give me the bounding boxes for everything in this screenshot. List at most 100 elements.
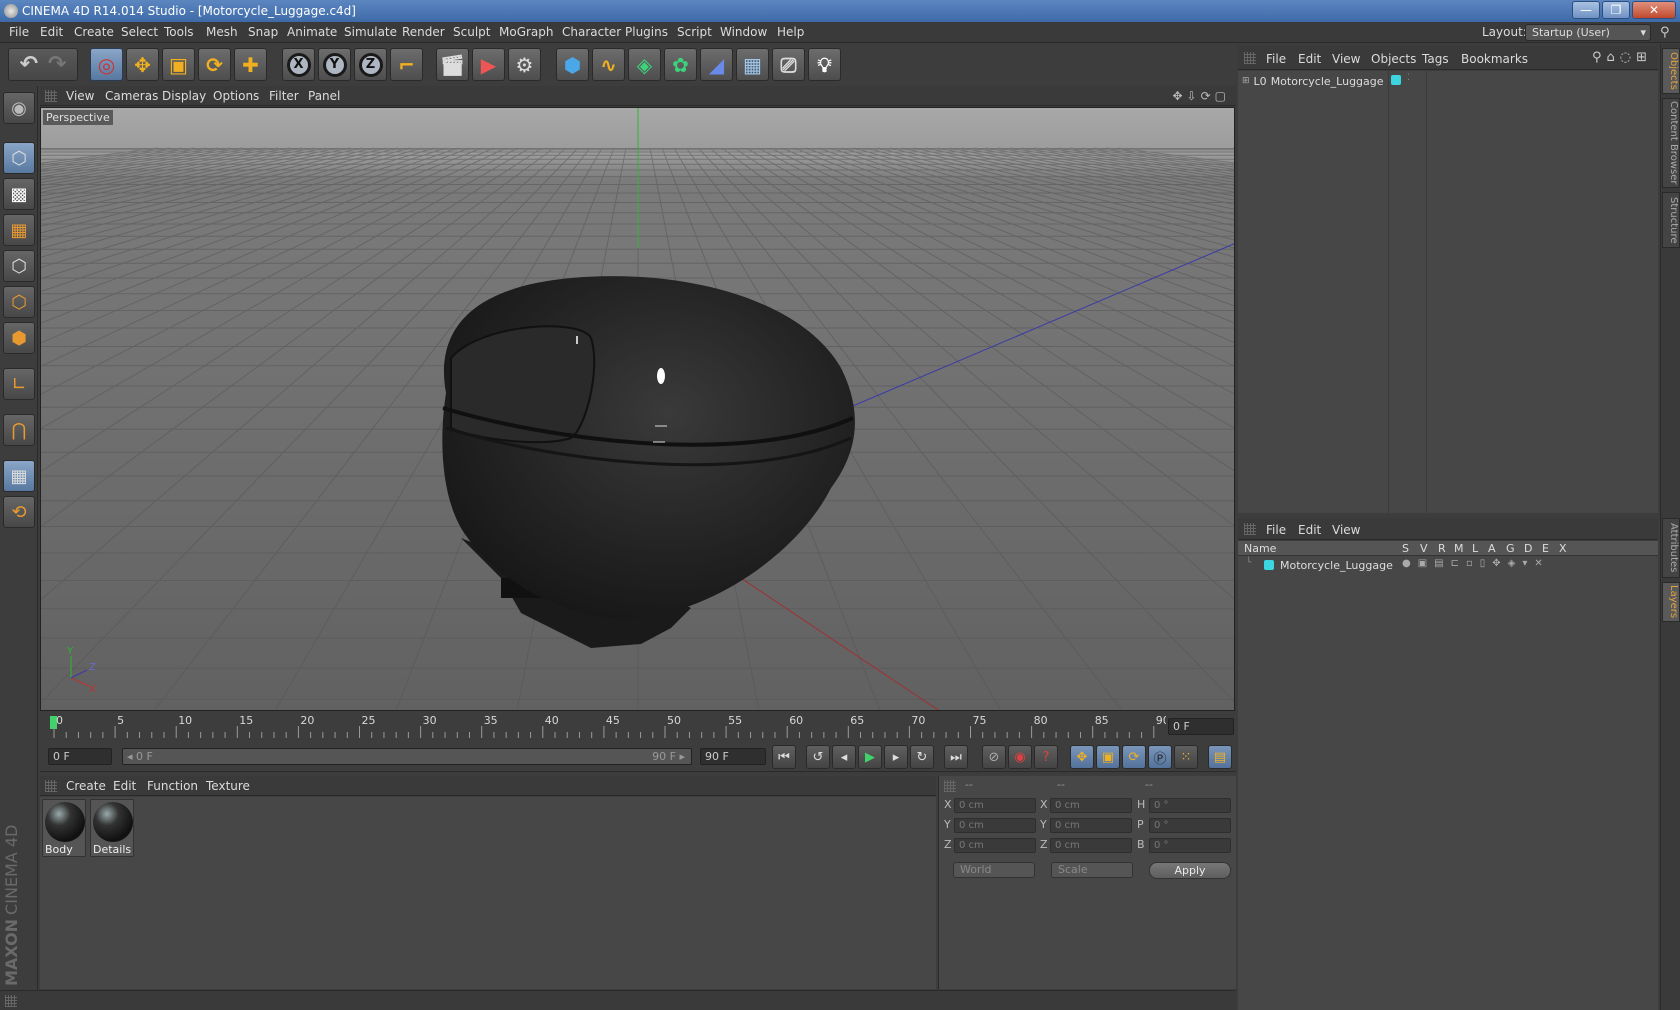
col-manager[interactable]: M [1454,542,1464,555]
search-icon[interactable]: ⚲ [1660,25,1676,41]
panel-grip-icon[interactable] [5,995,17,1007]
panel-grip-icon[interactable] [1244,523,1256,535]
panel-grip-icon[interactable] [45,780,57,792]
viewport-scene[interactable]: Y X Z [41,108,1235,711]
col-solo[interactable]: S [1402,542,1409,555]
timeline-window-button[interactable]: ▤ [1208,745,1232,769]
spline-button[interactable]: ∿ [592,48,625,81]
col-animation[interactable]: A [1488,542,1496,555]
viewport-menu-display[interactable]: Display [162,89,206,103]
col-view[interactable]: V [1420,542,1428,555]
col-deformers[interactable]: D [1524,542,1532,555]
light-button[interactable]: 💡︎ [808,48,841,81]
panel-grip-icon[interactable] [1244,52,1256,64]
camera-button[interactable]: ⎚ [772,48,805,81]
menu-sculpt[interactable]: Sculpt [453,25,490,39]
record-keys-button[interactable]: ⊘ [982,745,1006,769]
objects-menu-tags[interactable]: Tags [1422,52,1449,66]
scale-button[interactable]: ▣ [162,48,195,81]
key-pla-button[interactable]: ⁙ [1174,745,1198,769]
viewport-menu-cameras[interactable]: Cameras [105,89,158,103]
rot-p-field[interactable]: 0 ° [1149,818,1231,833]
prev-key-button[interactable]: ↺ [806,745,830,769]
move-button[interactable]: ✥ [126,48,159,81]
render-picture-viewer-button[interactable]: ▶ [472,48,505,81]
objects-menu-view[interactable]: View [1332,52,1360,66]
x-axis-lock-button[interactable]: X [282,48,315,81]
viewport-menu-options[interactable]: Options [213,89,259,103]
menu-mograph[interactable]: MoGraph [499,25,554,39]
material-menu-edit[interactable]: Edit [113,779,136,793]
key-position-button[interactable]: ✥ [1070,745,1094,769]
frame-range-slider[interactable]: ◂ 0 F 90 F ▸ [122,748,692,765]
menu-window[interactable]: Window [720,25,767,39]
coordinate-space-dropdown[interactable]: World [953,862,1035,878]
polygons-mode-button[interactable]: ⬢ [3,322,35,354]
col-generators[interactable]: G [1506,542,1515,555]
menu-snap[interactable]: Snap [248,25,278,39]
rot-h-field[interactable]: 0 ° [1149,798,1231,813]
col-xref[interactable]: X [1559,542,1567,555]
menu-tools[interactable]: Tools [164,25,194,39]
snap-grid-button[interactable]: ▦ [3,460,35,492]
object-name[interactable]: Motorcycle_Luggage [1271,75,1384,88]
menu-select[interactable]: Select [121,25,158,39]
menu-render[interactable]: Render [402,25,445,39]
rot-b-field[interactable]: 0 ° [1149,838,1231,853]
layer-name[interactable]: Motorcycle_Luggage [1280,559,1393,572]
tab-layers[interactable]: Layers [1662,582,1680,622]
perspective-viewport[interactable]: Y X Z Perspective [40,107,1235,711]
material-menu-function[interactable]: Function [147,779,198,793]
keyframe-help-button[interactable]: ? [1034,745,1058,769]
edges-mode-button[interactable]: ⬡ [3,286,35,318]
layer-color-tag[interactable] [1391,75,1401,85]
add-object-button[interactable]: ✚ [234,48,267,81]
object-manager-tools[interactable]: ⚲⌂◌⊞ [1592,50,1652,65]
menu-create[interactable]: Create [74,25,114,39]
layers-menu-file[interactable]: File [1266,523,1286,537]
viewport-menu-panel[interactable]: Panel [308,89,340,103]
tab-attributes[interactable]: Attributes [1662,518,1680,578]
deformer-button[interactable]: ◢ [700,48,733,81]
coordinate-system-button[interactable]: ⌐ [390,48,423,81]
menu-file[interactable]: File [9,25,29,39]
tab-structure[interactable]: Structure [1662,192,1680,248]
material-menu-texture[interactable]: Texture [206,779,250,793]
menu-mesh[interactable]: Mesh [206,25,238,39]
size-y-field[interactable]: 0 cm [1050,818,1132,833]
material-menu-create[interactable]: Create [66,779,106,793]
menu-simulate[interactable]: Simulate [344,25,397,39]
apply-button[interactable]: Apply [1149,862,1231,879]
col-locked[interactable]: L [1472,542,1478,555]
menu-edit[interactable]: Edit [40,25,63,39]
goto-end-button[interactable]: ⏭ [944,745,968,769]
render-view-button[interactable]: 🎬︎ [436,48,469,81]
axis-mode-button[interactable]: ∟ [3,368,35,400]
key-parameter-button[interactable]: Ⓟ [1148,745,1172,769]
size-z-field[interactable]: 0 cm [1050,838,1132,853]
objects-menu-file[interactable]: File [1266,52,1286,66]
layers-menu-view[interactable]: View [1332,523,1360,537]
mograph-cloner-button[interactable]: ✿ [664,48,697,81]
layers-menu-edit[interactable]: Edit [1298,523,1321,537]
texture-mode-button[interactable]: ▩ [3,178,35,210]
expand-icon[interactable]: ⊞ [1242,76,1250,86]
play-button[interactable]: ▶ [858,745,882,769]
panel-grip-icon[interactable] [944,780,956,792]
pos-x-field[interactable]: 0 cm [954,798,1036,813]
objects-menu-edit[interactable]: Edit [1298,52,1321,66]
current-frame-field[interactable]: 0 F [1168,718,1234,735]
start-frame-field[interactable]: 0 F [48,748,112,765]
pos-z-field[interactable]: 0 cm [954,838,1036,853]
objects-menu-bookmarks[interactable]: Bookmarks [1461,52,1528,66]
layer-row[interactable]: └ Motorcycle_Luggage ●▣▤⊏▫▯✥◈▾✕ [1238,557,1658,573]
workplane-button[interactable]: ▦ [3,214,35,246]
viewport-menu-filter[interactable]: Filter [269,89,299,103]
layer-color-swatch[interactable] [1264,560,1274,570]
key-rotation-button[interactable]: ⟳ [1122,745,1146,769]
visibility-dots-icon[interactable]: ⁚ [1407,73,1410,83]
maximize-button[interactable]: ❐ [1602,1,1630,19]
undo-icon[interactable]: ↶ [20,52,38,77]
next-key-button[interactable]: ↻ [910,745,934,769]
menu-script[interactable]: Script [677,25,712,39]
